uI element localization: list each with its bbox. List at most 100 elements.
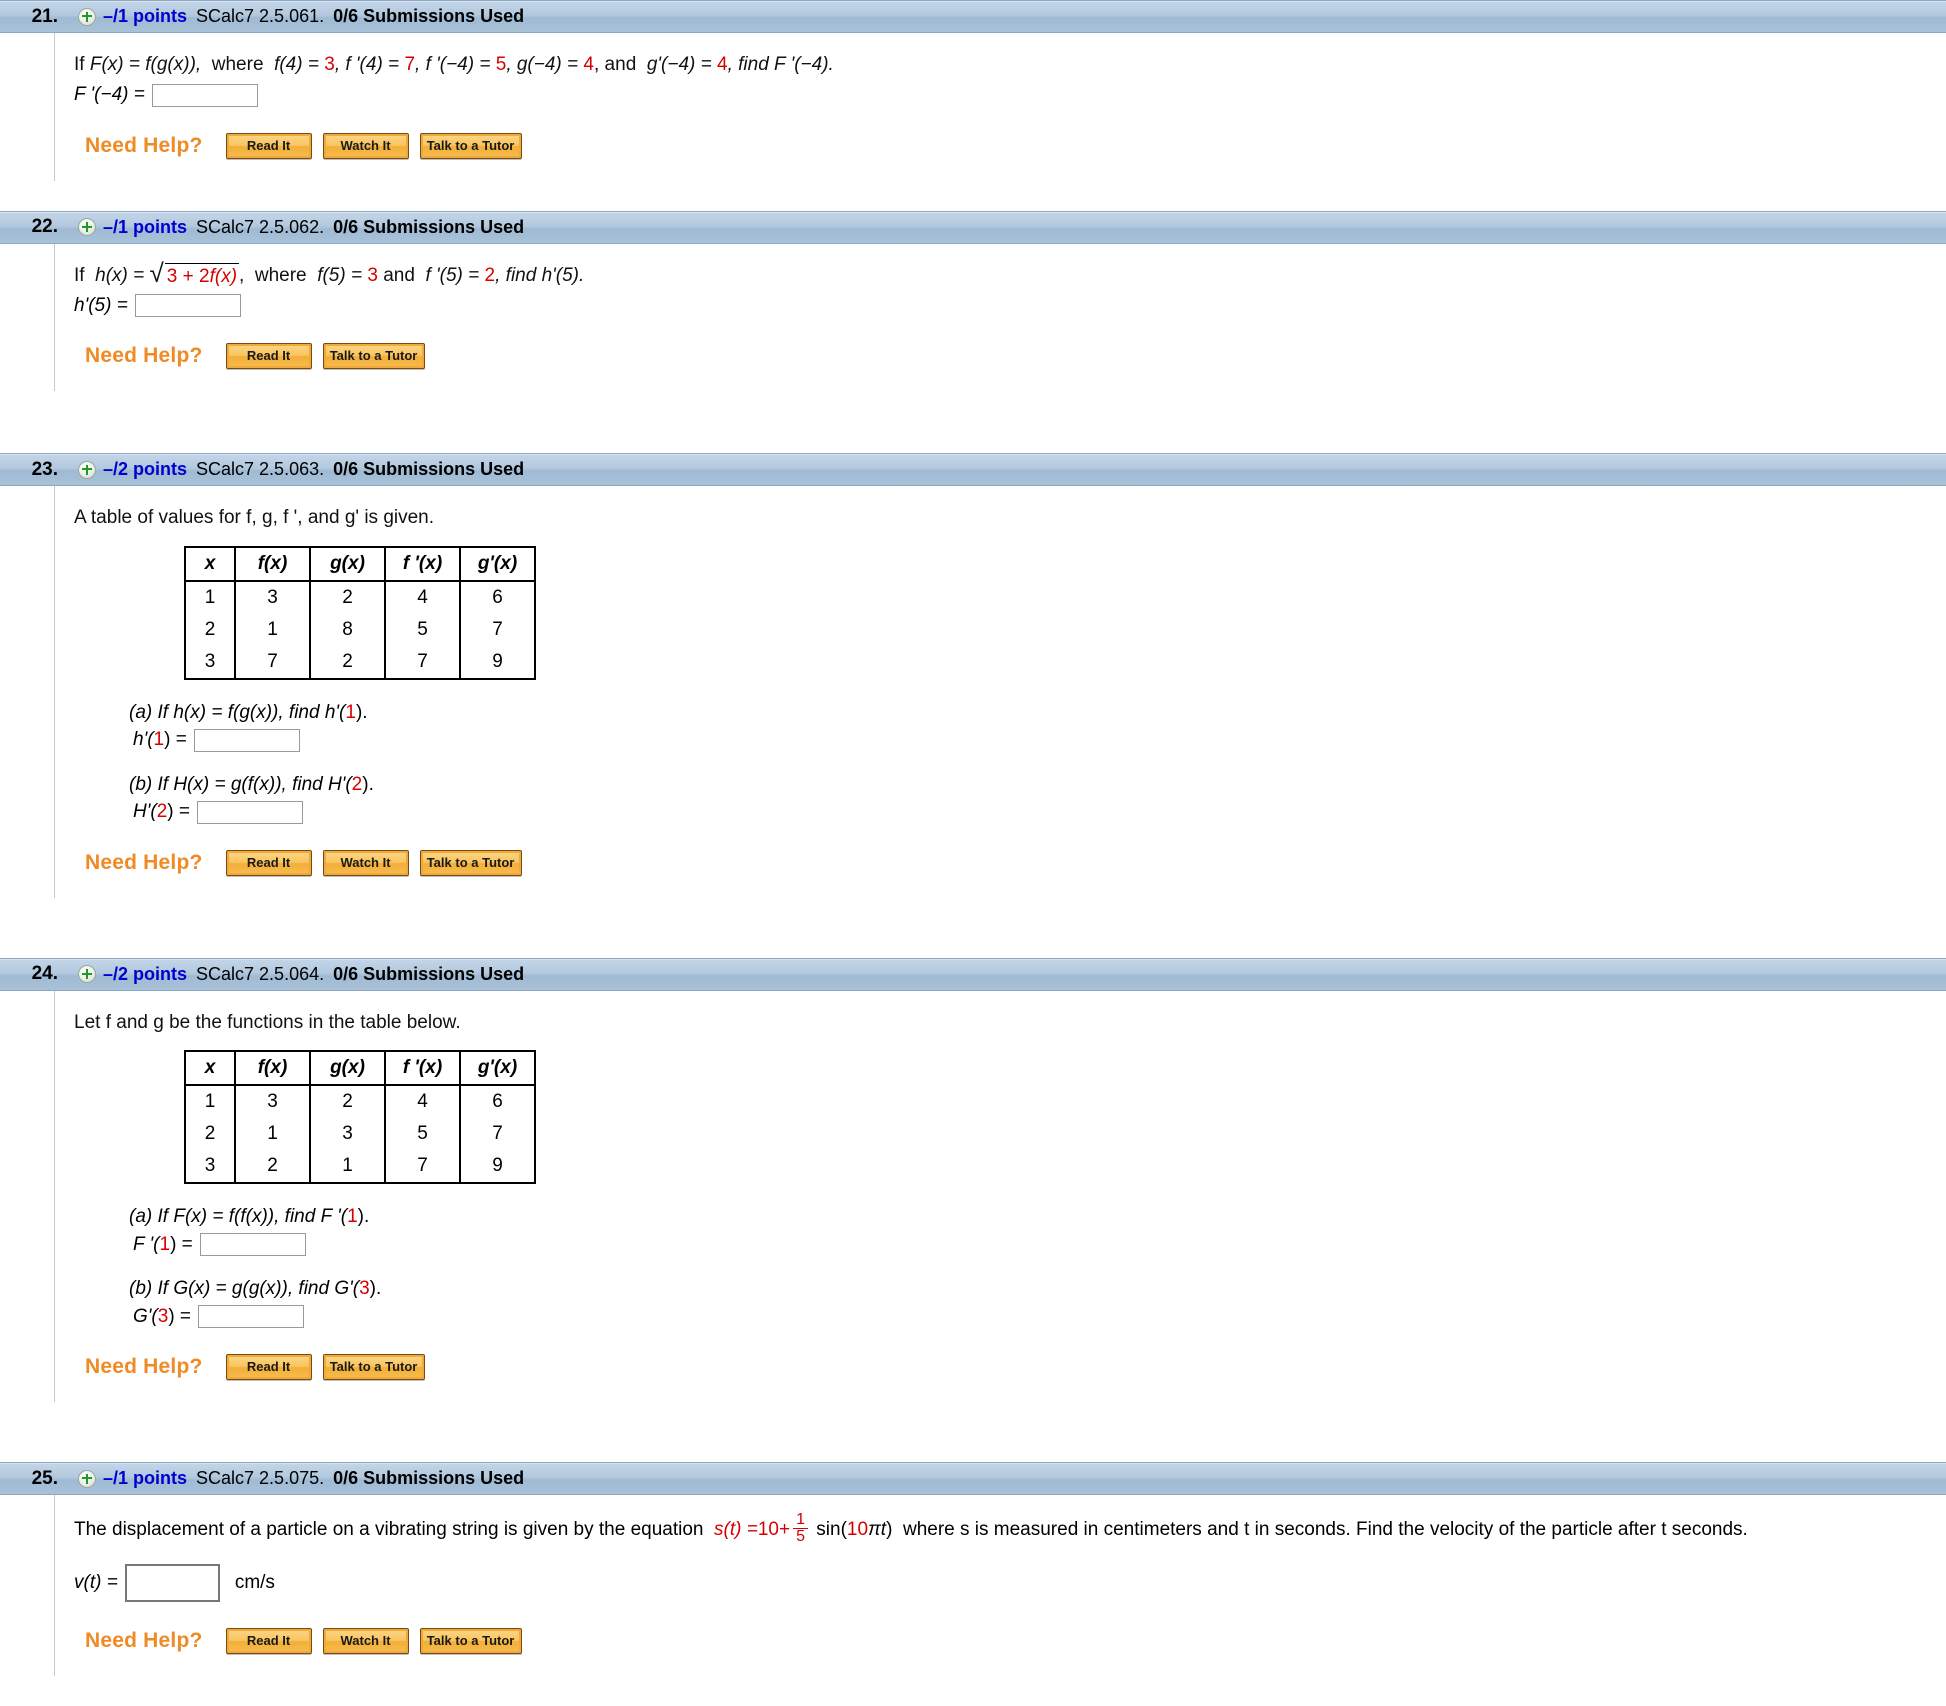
problem-21-body: If F(x) = f(g(x)), where f(4) = 3, f '(4… (0, 33, 1946, 181)
stmt-sin-group: sin(10πt) (811, 1519, 892, 1541)
stmt-v1-lhs: f(4) = (274, 54, 325, 75)
radicand: 3 + 2f(x) (164, 262, 240, 289)
cell: 1 (235, 1118, 311, 1151)
col-header-gx: g(x) (310, 546, 386, 582)
problem-21: 21. –/1 points SCalc7 2.5.061. 0/6 Submi… (0, 0, 1946, 181)
problem-22-need-help: Need Help? Read It Talk to a Tutor (85, 343, 1946, 370)
problem-21-points: –/1 points (103, 6, 188, 26)
read-it-button[interactable]: Read It (225, 849, 312, 876)
talk-to-a-tutor-button[interactable]: Talk to a Tutor (322, 343, 425, 370)
cell: 5 (385, 613, 461, 646)
problem-25-statement: The displacement of a particle on a vibr… (74, 1512, 1946, 1546)
read-it-button[interactable]: Read It (225, 1628, 312, 1655)
square-root-icon: √ 3 + 2f(x) (149, 257, 240, 289)
stmt-v2-rhs: 7 (404, 54, 416, 75)
cell: 1 (185, 1085, 236, 1119)
stmt-lead: The displacement of a particle on a vibr… (74, 1518, 704, 1540)
part-a-answer-input[interactable] (199, 1233, 306, 1257)
watch-it-button[interactable]: Watch It (322, 1628, 409, 1655)
problem-24-intro: Let f and g be the functions in the tabl… (74, 1011, 461, 1033)
problem-24: 24. –/2 points SCalc7 2.5.064. 0/6 Submi… (0, 957, 1946, 1403)
fraction-denominator: 5 (793, 1528, 809, 1545)
stmt-v4-lhs: , g(−4) = (506, 54, 584, 75)
talk-to-a-tutor-button[interactable]: Talk to a Tutor (419, 849, 522, 876)
cell: 7 (385, 645, 461, 679)
plus-circle-icon[interactable] (78, 218, 96, 237)
talk-to-a-tutor-button[interactable]: Talk to a Tutor (419, 132, 522, 159)
problem-23-intro: A table of values for f, g, f ', and g' … (74, 507, 435, 529)
problem-21-statement: If F(x) = f(g(x)), where f(4) = 3, f '(4… (74, 51, 1946, 79)
watch-it-button[interactable]: Watch It (322, 849, 409, 876)
stmt-sin-pre: sin( (816, 1518, 847, 1540)
col-header-gpx: g'(x) (460, 1051, 535, 1087)
part-b-prompt: (b) If H(x) = g(f(x)), find H'(2). (129, 774, 1946, 796)
plus-circle-icon[interactable] (78, 1469, 96, 1488)
part-b-answer-input[interactable] (198, 1305, 305, 1329)
problem-23-submissions: 0/6 Submissions Used (333, 459, 525, 480)
read-it-button[interactable]: Read It (225, 132, 312, 159)
problem-25-body: The displacement of a particle on a vibr… (0, 1495, 1946, 1677)
watch-it-button[interactable]: Watch It (322, 132, 409, 159)
part-a-prompt: (a) If h(x) = f(g(x)), find h'(1). (129, 702, 1946, 724)
cell: 6 (492, 586, 503, 608)
stmt-sin-post: ) (886, 1518, 893, 1540)
part-a-prompt-num: 1 (347, 1206, 358, 1228)
plus-circle-icon[interactable] (78, 965, 96, 984)
problem-21-submissions: 0/6 Submissions Used (333, 6, 525, 26)
cell: 5 (385, 1118, 461, 1151)
problem-25-number: 25. (31, 1467, 58, 1489)
stmt-v2-lhs: , f '(4) = (334, 54, 405, 75)
cell: 7 (385, 1150, 461, 1184)
part-b-prompt-post: ). (369, 1278, 382, 1300)
table-row: 2 1 8 5 7 (185, 613, 535, 646)
read-it-button[interactable]: Read It (225, 343, 312, 370)
part-a-answer-input[interactable] (193, 728, 300, 752)
stmt-eq-plus: + (779, 1518, 791, 1540)
problem-21-need-help: Need Help? Read It Watch It Talk to a Tu… (85, 132, 1946, 159)
radical-sign: √ (149, 257, 164, 288)
radicand-b: f(x) (209, 265, 238, 287)
cell: 4 (385, 580, 461, 614)
talk-to-a-tutor-button[interactable]: Talk to a Tutor (419, 1628, 522, 1655)
stmt-sin-pi: π (868, 1518, 881, 1540)
talk-to-a-tutor-button[interactable]: Talk to a Tutor (322, 1354, 425, 1381)
stmt-and: and (383, 264, 415, 286)
cell: 7 (492, 618, 503, 640)
cell: 1 (185, 580, 236, 614)
plus-circle-icon[interactable] (78, 460, 96, 479)
problem-25-need-help: Need Help? Read It Watch It Talk to a Tu… (85, 1628, 1946, 1655)
part-b-prompt: (b) If G(x) = g(g(x)), find G'(3). (129, 1278, 1946, 1300)
problem-25: 25. –/1 points SCalc7 2.5.075. 0/6 Submi… (0, 1462, 1946, 1677)
cell: 7 (235, 645, 311, 679)
cell: 2 (185, 1118, 236, 1151)
part-b-answer-input[interactable] (196, 800, 303, 824)
problem-21-answer-input[interactable] (151, 83, 258, 107)
problem-22-answer-label: h'(5) = (74, 294, 128, 316)
part-a-prompt-pre: (a) If F(x) = f(f(x)), find F '( (129, 1206, 348, 1228)
part-a-answer-line: h'(1) = (133, 728, 1946, 752)
read-it-button[interactable]: Read It (225, 1354, 312, 1381)
stmt-v5-lhs: g'(−4) = (646, 54, 717, 75)
stmt-eq-lhs: s(t) = (714, 1518, 758, 1540)
cell: 1 (235, 613, 311, 646)
stmt-v3-rhs: 5 (495, 54, 507, 75)
table-header-row: x f(x) g(x) f '(x) g'(x) (185, 1051, 535, 1087)
problem-23-code: SCalc7 2.5.063. (196, 459, 325, 480)
problem-22-answer-line: h'(5) = (74, 294, 1946, 318)
stmt-tail: , find h'(5). (495, 264, 585, 286)
problem-23-need-help: Need Help? Read It Watch It Talk to a Tu… (85, 849, 1946, 876)
problem-25-answer-input[interactable] (124, 1564, 220, 1603)
stmt-tail: , find F '(−4). (727, 54, 834, 75)
need-help-label: Need Help? (85, 1629, 203, 1653)
problem-23-number: 23. (31, 458, 58, 480)
part-a-answer-label-num: 1 (153, 729, 165, 751)
stmt-v2-rhs: 2 (484, 264, 496, 286)
problem-22-answer-input[interactable] (134, 294, 241, 318)
cell: 3 (185, 645, 236, 679)
cell: 3 (235, 580, 311, 614)
stmt-lead: If (74, 54, 85, 75)
problem-24-header: 24. –/2 points SCalc7 2.5.064. 0/6 Submi… (0, 957, 1946, 991)
plus-circle-icon[interactable] (78, 7, 96, 26)
table-header-row: x f(x) g(x) f '(x) g'(x) (185, 546, 535, 582)
